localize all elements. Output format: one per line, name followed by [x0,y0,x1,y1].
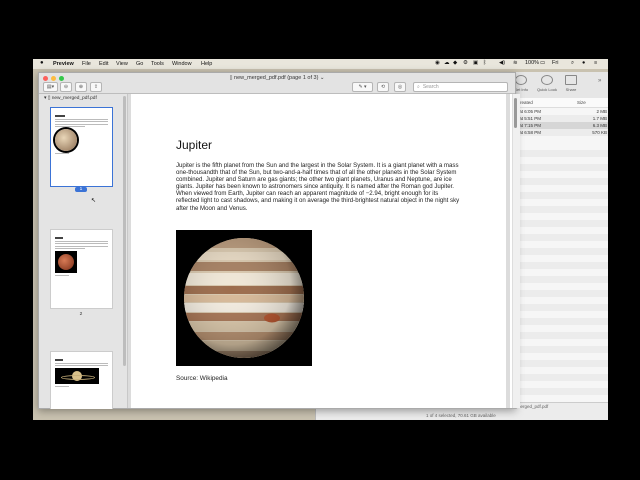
share-icon[interactable]: ⇪ [90,82,102,92]
vertical-scrollbar-thumb[interactable] [514,98,517,128]
get-info-label: Get Info [513,87,529,92]
search-icon: ⌕ [417,84,420,90]
image-source-caption: Source: Wikipedia [176,375,228,382]
page-thumbnail-2[interactable] [50,229,113,309]
volume-icon[interactable]: ◀) [499,60,505,66]
window-title: ▯ new_merged_pdf.pdf (page 1 of 3) ⌄ [39,75,515,81]
status-text: 1 of 4 selected, 70.61 GB available [426,413,496,418]
pdf-page: Jupiter Jupiter is the fifth planet from… [131,94,520,408]
sidebar-document-title[interactable]: ▾ ▯ new_merged_pdf.pdf [44,96,97,101]
chevron-down-icon[interactable]: ⌄ [318,75,325,81]
row-size: 6.3 MB [592,123,607,128]
share-label: Share [565,87,577,92]
thumbnail-sidebar: ▾ ▯ new_merged_pdf.pdf 1 2 [39,94,128,409]
rotate-button[interactable]: ⟲ [377,82,389,92]
menu-help[interactable]: Help [201,61,212,67]
search-field[interactable]: ⌕ Search [413,82,508,92]
apple-menu-icon[interactable]: ● [40,60,44,66]
zoom-out-button[interactable]: ⊖ [60,82,72,92]
preview-toolbar: ▯ new_merged_pdf.pdf (page 1 of 3) ⌄ ▤▾ … [39,73,515,94]
wifi-icon[interactable]: ≋ [513,60,518,66]
jupiter-planet-graphic [176,230,312,366]
saturn-thumbnail-image [55,368,99,384]
window-title-text: new_merged_pdf.pdf (page 1 of 3) [234,75,319,81]
markup-toolbar-button[interactable]: ◎ [394,82,406,92]
menu-bar: ● Preview File Edit View Go Tools Window… [33,59,608,69]
cloud-icon[interactable]: ☁ [444,60,450,66]
page-number-2: 2 [79,312,83,317]
share-icon [565,75,577,85]
row-size: 570 KB [592,130,607,135]
display-icon[interactable]: ▣ [473,60,478,66]
row-size: 1.7 MB [592,116,607,121]
gear-icon[interactable]: ⚙ [463,60,468,66]
menu-edit[interactable]: Edit [99,61,108,67]
menu-tools[interactable]: Tools [151,61,164,67]
thumb-heading [55,115,65,117]
markup-pen-button[interactable]: ✎ ▾ [352,82,373,92]
menu-go[interactable]: Go [136,61,143,67]
sidebar-title-text: new_merged_pdf.pdf [51,96,97,101]
page-paragraph: Jupiter is the fifth planet from the Sun… [176,162,460,212]
quick-look-button[interactable]: Quick Look [534,75,560,92]
page-thumbnail-3[interactable] [50,351,113,409]
row-size: 2 MB [596,109,607,114]
search-icon[interactable]: ⌕ [571,60,574,67]
menu-file[interactable]: File [82,61,91,67]
notification-center-icon[interactable]: ≡ [594,60,597,66]
page-heading: Jupiter [176,138,213,152]
jupiter-image [176,230,312,366]
record-icon[interactable]: ◉ [435,60,440,66]
overflow-chevron-icon[interactable]: » [598,78,601,84]
size-column[interactable]: Size [577,100,586,105]
user-avatar-icon[interactable]: ● [582,60,585,66]
mouse-cursor-icon: ↖ [91,198,97,204]
zoom-in-button[interactable]: ⊕ [75,82,87,92]
desktop-screen: ● Preview File Edit View Go Tools Window… [33,59,608,420]
menu-window[interactable]: Window [172,61,192,67]
bluetooth-icon[interactable]: ᛒ [483,60,486,66]
vertical-scroll-track[interactable] [512,94,520,408]
document-view: Jupiter Jupiter is the fifth planet from… [128,94,520,408]
mars-thumbnail-image [55,251,77,273]
jupiter-thumbnail-image [55,129,77,151]
battery-icon[interactable]: ▭ [540,60,545,66]
preview-window: ▯ new_merged_pdf.pdf (page 1 of 3) ⌄ ▤▾ … [38,72,520,409]
menu-preview[interactable]: Preview [53,61,74,67]
thumb-heading [55,237,63,239]
sidebar-toggle-button[interactable]: ▤▾ [43,82,58,92]
battery-percent[interactable]: 100% [525,60,539,66]
clock[interactable]: Fri [552,60,558,66]
shield-icon[interactable]: ◆ [453,60,457,66]
menu-view[interactable]: View [116,61,128,67]
page-thumbnail-1[interactable] [50,107,113,187]
sidebar-scrollbar[interactable] [123,96,126,366]
page-number-1: 1 [75,187,87,192]
thumb-heading [55,359,63,361]
info-icon [515,75,527,85]
search-placeholder: Search [422,84,439,90]
quick-look-label: Quick Look [536,87,557,92]
share-button[interactable]: Share [558,75,584,92]
eye-icon [541,75,553,85]
